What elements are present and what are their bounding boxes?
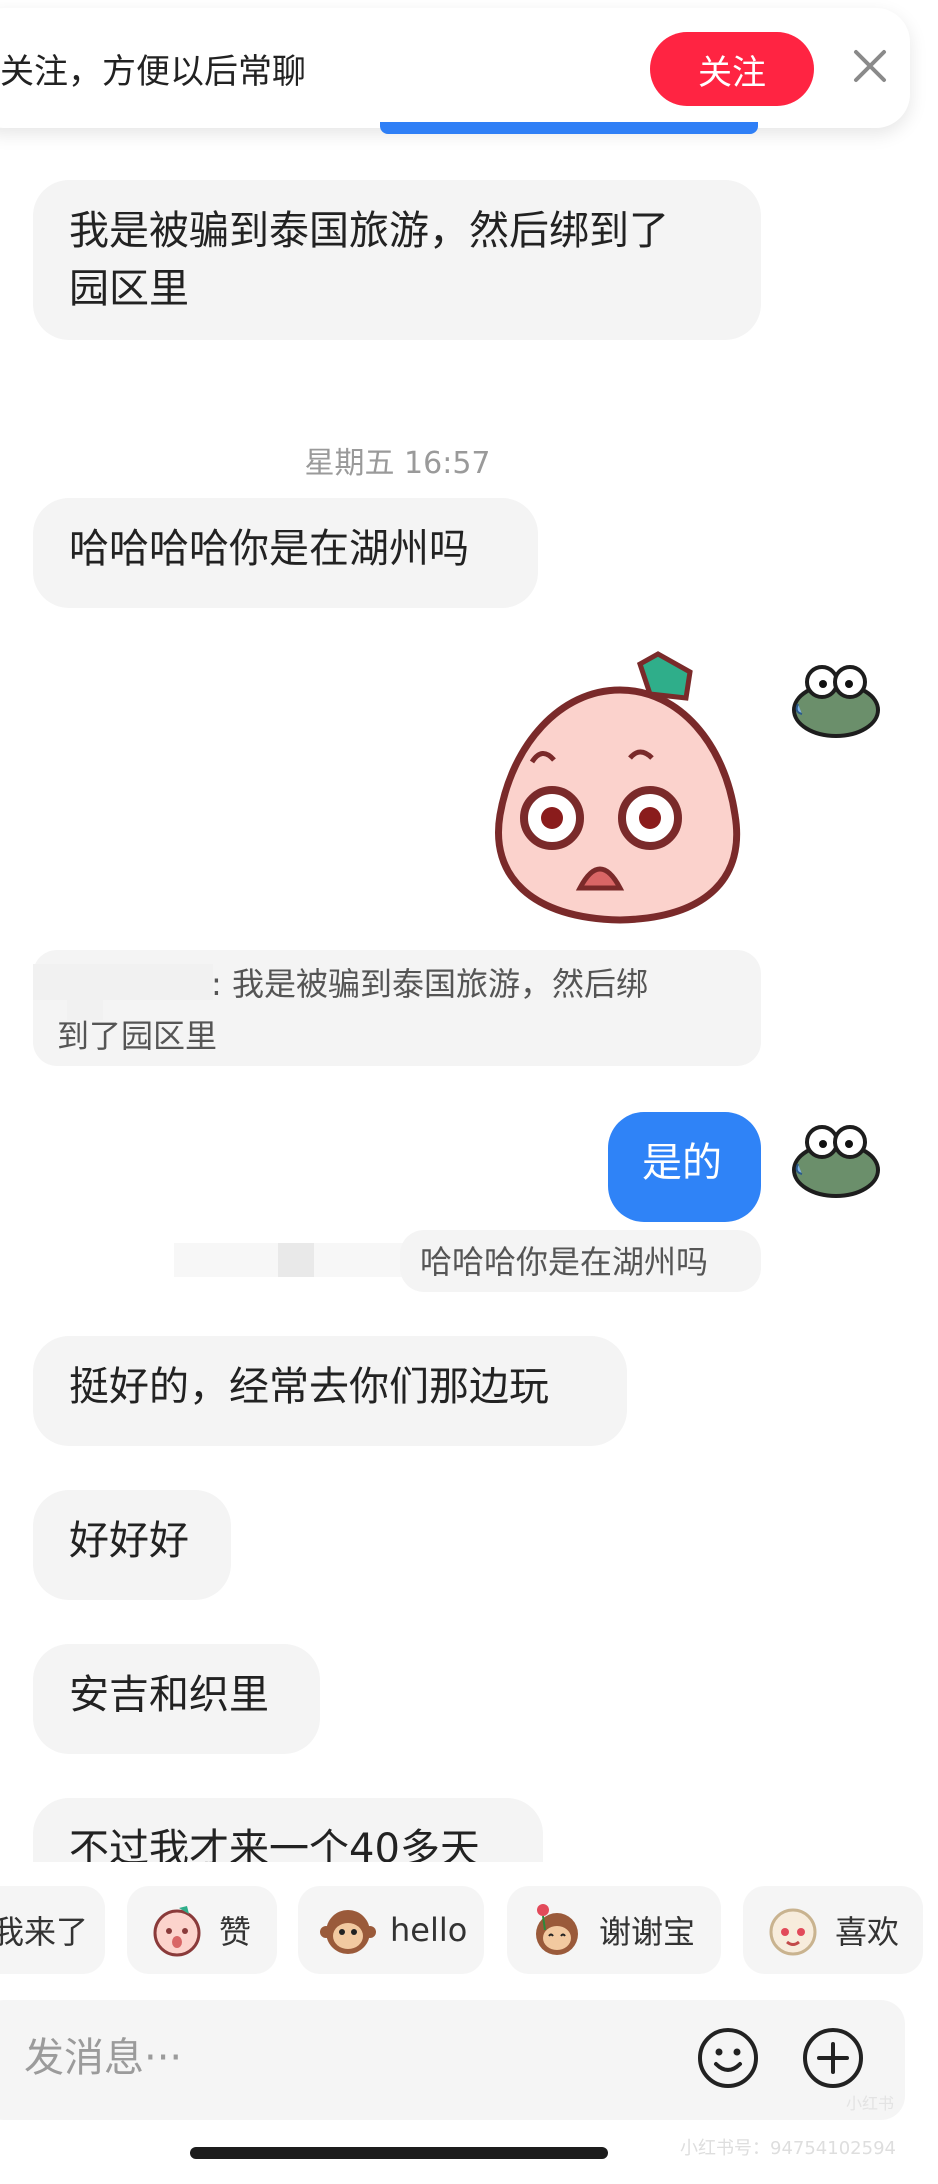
quote-text: 哈哈哈你是在湖州吗 [420, 1243, 709, 1281]
chip-label: 谢谢宝 [599, 1913, 696, 1951]
quick-reply-chip[interactable]: 谢谢宝 [507, 1886, 721, 1974]
quick-reply-chip[interactable]: hello [298, 1886, 484, 1974]
redacted-username [33, 964, 213, 1000]
emoji-icon[interactable] [696, 2026, 760, 2090]
incoming-message[interactable]: 不过我才来一个40多天 [33, 1798, 543, 1862]
quoted-message-preview[interactable]: : 我是被骗到泰国旅游，然后绑 到了园区里 [33, 950, 761, 1066]
redacted-username [278, 1243, 314, 1277]
quick-reply-chip[interactable]: 喜欢 [743, 1886, 923, 1974]
message-text: 安吉和织里 [69, 1672, 269, 1718]
watermark-id: 小红书号：947541025​94 [680, 2138, 896, 2159]
close-icon[interactable] [850, 46, 890, 86]
watermark-brand: 小红书 [846, 2094, 895, 2113]
message-text: 挺好的，经常去你们那边玩 [69, 1364, 549, 1410]
user-avatar-frog[interactable] [790, 1120, 882, 1200]
message-text: 哈哈哈哈你是在湖州吗 [69, 526, 469, 572]
incoming-message[interactable]: 我是被骗到泰国旅游，然后绑到了 园区里 [33, 180, 761, 340]
user-avatar-frog[interactable] [790, 660, 882, 740]
quick-reply-chip[interactable]: 赞 [127, 1886, 277, 1974]
follow-prompt-text: 关注，方便以后常聊 [0, 52, 306, 92]
incoming-message[interactable]: 挺好的，经常去你们那边玩 [33, 1336, 627, 1446]
incoming-message[interactable]: 好好好 [33, 1490, 231, 1600]
chip-label: 我来了 [0, 1913, 89, 1951]
message-timestamp: 星期五 16:57 [304, 446, 491, 481]
monkey-sticker-icon [320, 1910, 376, 1954]
shocked-peach-sticker[interactable] [490, 650, 750, 930]
follow-button[interactable]: 关注 [650, 32, 814, 106]
message-text: 是的 [642, 1140, 722, 1186]
message-text-line: 我是被骗到泰国旅游，然后绑到了 [69, 208, 669, 254]
add-attachment-icon[interactable] [801, 2026, 865, 2090]
outgoing-message[interactable]: 是的 [608, 1112, 761, 1222]
peach-sticker-icon [153, 1906, 201, 1957]
quote-text-line: 到了园区里 [57, 1017, 218, 1055]
chip-label: 赞 [219, 1913, 252, 1951]
home-indicator[interactable] [190, 2147, 608, 2159]
message-input[interactable] [22, 2022, 586, 2094]
incoming-message[interactable]: 安吉和织里 [33, 1644, 320, 1754]
chip-label: 喜欢 [835, 1913, 900, 1951]
incoming-message[interactable]: 哈哈哈哈你是在湖州吗 [33, 498, 538, 608]
quick-reply-chip[interactable]: 我来了 [0, 1886, 105, 1974]
message-text: 好好好 [69, 1518, 189, 1564]
quote-text-line: : 我是被骗到泰国旅游，然后绑 [211, 965, 648, 1003]
quoted-message-preview[interactable]: 哈哈哈你是在湖州吗 [400, 1230, 761, 1292]
message-text: 不过我才来一个40多天 [69, 1826, 480, 1862]
partially-hidden-bubble [380, 122, 758, 134]
sheep-sticker-icon [769, 1908, 817, 1956]
message-list-clip: 不过我才来一个40多天 [0, 1790, 938, 1862]
chip-label: hello [390, 1911, 468, 1949]
message-text-line: 园区里 [69, 266, 189, 312]
monkey-sticker-icon [536, 1904, 578, 1955]
